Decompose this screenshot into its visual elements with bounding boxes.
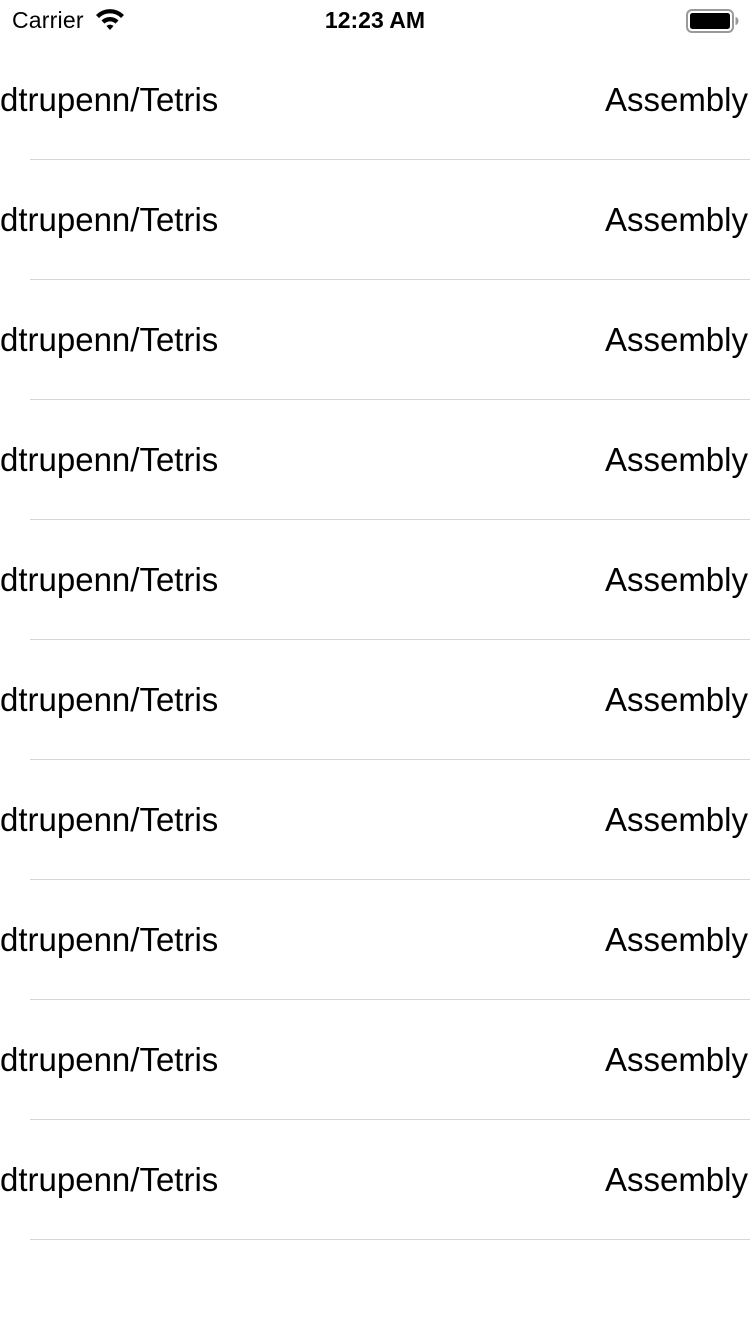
repo-language: Assembly bbox=[604, 441, 748, 478]
repo-name: dtrupenn/Tetris bbox=[0, 81, 219, 118]
repo-row[interactable]: dtrupenn/Tetris Assembly bbox=[0, 1120, 750, 1240]
repo-name: dtrupenn/Tetris bbox=[0, 1161, 219, 1198]
repo-language: Assembly bbox=[604, 81, 748, 118]
repo-list: dtrupenn/Tetris Assembly dtrupenn/Tetris As… bbox=[0, 40, 750, 1240]
repo-language: Assembly bbox=[604, 321, 748, 358]
repo-row[interactable]: dtrupenn/Tetris Assembly bbox=[0, 1000, 750, 1120]
repo-row[interactable]: dtrupenn/Tetris Assembly bbox=[0, 280, 750, 400]
repo-language: Assembly bbox=[604, 681, 748, 718]
repo-row[interactable]: dtrupenn/Tetris Assembly bbox=[0, 400, 750, 520]
repo-name: dtrupenn/Tetris bbox=[0, 441, 219, 478]
repo-language: Assembly bbox=[604, 1041, 748, 1078]
repo-name: dtrupenn/Tetris bbox=[0, 801, 219, 838]
repo-language: Assembly bbox=[604, 921, 748, 958]
repo-row[interactable]: dtrupenn/Tetris Assembly bbox=[0, 160, 750, 280]
repo-name: dtrupenn/Tetris bbox=[0, 321, 219, 358]
repo-language: Assembly bbox=[604, 201, 748, 238]
repo-language: Assembly bbox=[604, 801, 748, 838]
repo-language: Assembly bbox=[604, 1161, 748, 1198]
status-bar: Carrier 12:23 AM bbox=[0, 0, 750, 40]
repo-name: dtrupenn/Tetris bbox=[0, 921, 219, 958]
repo-name: dtrupenn/Tetris bbox=[0, 681, 219, 718]
repo-name: dtrupenn/Tetris bbox=[0, 1041, 219, 1078]
repo-row[interactable]: dtrupenn/Tetris Assembly bbox=[0, 760, 750, 880]
repo-row[interactable]: dtrupenn/Tetris Assembly bbox=[0, 520, 750, 640]
repo-row[interactable]: dtrupenn/Tetris Assembly bbox=[0, 880, 750, 1000]
battery-icon bbox=[686, 9, 740, 33]
repo-language: Assembly bbox=[604, 561, 748, 598]
status-time: 12:23 AM bbox=[324, 7, 426, 33]
repo-name: dtrupenn/Tetris bbox=[0, 201, 219, 238]
repo-row[interactable]: dtrupenn/Tetris Assembly bbox=[0, 640, 750, 760]
repo-row[interactable]: dtrupenn/Tetris Assembly bbox=[0, 40, 750, 160]
repo-name: dtrupenn/Tetris bbox=[0, 561, 219, 598]
